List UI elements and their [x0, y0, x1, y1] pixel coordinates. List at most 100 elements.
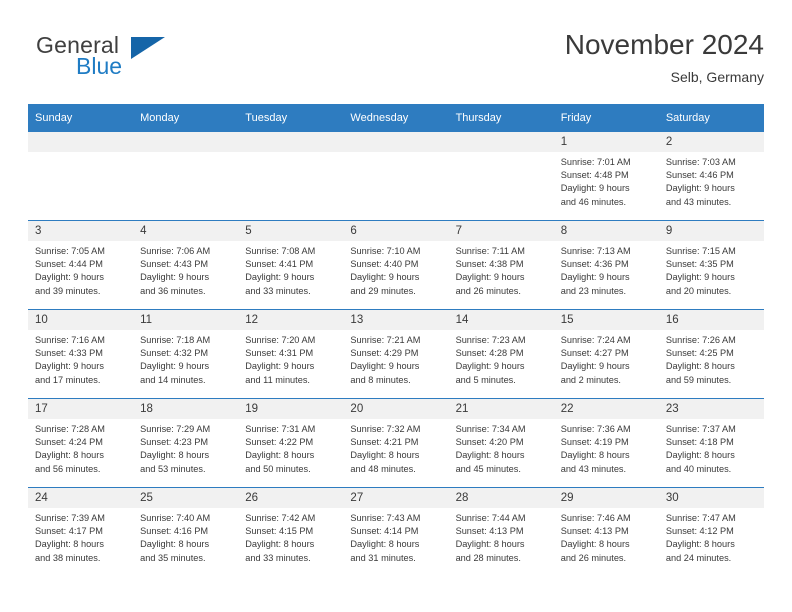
- daylight-text-line1: Daylight: 9 hours: [350, 361, 420, 372]
- day-number: 16: [658, 310, 764, 330]
- day-details: Sunrise: 7:08 AM Sunset: 4:41 PM Daylight:…: [238, 241, 343, 298]
- calendar-day-cell[interactable]: 20 Sunrise: 7:32 AM Sunset: 4:21 PM Dayligh…: [343, 398, 449, 488]
- calendar-day-cell[interactable]: 15 Sunrise: 7:24 AM Sunset: 4:27 PM Dayligh…: [553, 309, 659, 399]
- daylight-text-line2: and 43 minutes.: [560, 463, 627, 474]
- calendar-day-cell[interactable]: 30 Sunrise: 7:47 AM Sunset: 4:12 PM Dayligh…: [658, 487, 764, 576]
- daylight-text-line1: Daylight: 9 hours: [35, 272, 104, 283]
- calendar-day-cell[interactable]: 7 Sunrise: 7:11 AM Sunset: 4:38 PM Daylight…: [448, 220, 554, 310]
- sunrise-text: Sunrise: 7:47 AM: [665, 513, 736, 523]
- calendar-day-cell[interactable]: 22 Sunrise: 7:36 AM Sunset: 4:19 PM Dayligh…: [553, 398, 659, 488]
- daylight-text-line1: Daylight: 8 hours: [350, 539, 420, 550]
- calendar-day-cell[interactable]: 13 Sunrise: 7:21 AM Sunset: 4:29 PM Dayligh…: [343, 309, 449, 399]
- calendar-day-cell[interactable]: 3 Sunrise: 7:05 AM Sunset: 4:44 PM Daylight…: [28, 220, 134, 310]
- sunset-text: Sunset: 4:18 PM: [665, 437, 734, 448]
- daylight-text-line1: Daylight: 8 hours: [455, 539, 525, 550]
- calendar-day-cell[interactable]: 8 Sunrise: 7:13 AM Sunset: 4:36 PM Daylight…: [553, 220, 659, 310]
- daylight-text-line2: and 59 minutes.: [665, 374, 732, 385]
- weekday-header-wednesday: Wednesday: [343, 104, 449, 132]
- calendar-day-cell-empty: [343, 132, 449, 221]
- sunset-text: Sunset: 4:20 PM: [455, 437, 524, 448]
- day-details: Sunrise: 7:20 AM Sunset: 4:31 PM Daylight:…: [238, 330, 343, 387]
- calendar-day-cell[interactable]: 11 Sunrise: 7:18 AM Sunset: 4:32 PM Dayligh…: [133, 309, 239, 399]
- weekday-header-friday: Friday: [553, 104, 659, 132]
- calendar-day-cell[interactable]: 24 Sunrise: 7:39 AM Sunset: 4:17 PM Dayligh…: [28, 487, 134, 576]
- calendar-day-cell[interactable]: 12 Sunrise: 7:20 AM Sunset: 4:31 PM Dayligh…: [238, 309, 344, 399]
- sunset-text: Sunset: 4:29 PM: [350, 348, 419, 359]
- day-number: 24: [28, 488, 134, 508]
- sunset-text: Sunset: 4:14 PM: [350, 526, 419, 537]
- daylight-text-line1: Daylight: 9 hours: [455, 272, 525, 283]
- daylight-text-line1: Daylight: 8 hours: [560, 450, 630, 461]
- sunrise-text: Sunrise: 7:10 AM: [350, 246, 421, 256]
- day-number: 11: [133, 310, 239, 330]
- sunset-text: Sunset: 4:46 PM: [665, 170, 734, 181]
- sunrise-text: Sunrise: 7:37 AM: [665, 424, 736, 434]
- daylight-text-line2: and 20 minutes.: [665, 285, 732, 296]
- day-number: 27: [343, 488, 449, 508]
- day-number: 8: [553, 221, 659, 241]
- calendar-day-cell[interactable]: 1 Sunrise: 7:01 AM Sunset: 4:48 PM Daylight…: [553, 132, 659, 221]
- sunrise-text: Sunrise: 7:08 AM: [245, 246, 316, 256]
- calendar-day-cell[interactable]: 23 Sunrise: 7:37 AM Sunset: 4:18 PM Dayligh…: [658, 398, 764, 488]
- daylight-text-line2: and 29 minutes.: [350, 285, 416, 296]
- sunrise-text: Sunrise: 7:11 AM: [455, 246, 525, 256]
- sunrise-text: Sunrise: 7:06 AM: [140, 246, 211, 256]
- daylight-text-line2: and 36 minutes.: [140, 285, 206, 296]
- day-number: 2: [658, 132, 764, 152]
- calendar-day-cell[interactable]: 26 Sunrise: 7:42 AM Sunset: 4:15 PM Dayligh…: [238, 487, 344, 576]
- daylight-text-line2: and 11 minutes.: [245, 374, 310, 385]
- sunrise-text: Sunrise: 7:13 AM: [560, 246, 631, 256]
- sunset-text: Sunset: 4:25 PM: [665, 348, 734, 359]
- calendar-day-cell[interactable]: 18 Sunrise: 7:29 AM Sunset: 4:23 PM Dayligh…: [133, 398, 239, 488]
- daylight-text-line1: Daylight: 8 hours: [140, 450, 210, 461]
- calendar-day-cell[interactable]: 21 Sunrise: 7:34 AM Sunset: 4:20 PM Dayligh…: [448, 398, 554, 488]
- sunrise-text: Sunrise: 7:42 AM: [245, 513, 316, 523]
- calendar-day-cell[interactable]: 9 Sunrise: 7:15 AM Sunset: 4:35 PM Daylight…: [658, 220, 764, 310]
- brand-logo[interactable]: General Blue: [36, 32, 216, 88]
- daylight-text-line2: and 23 minutes.: [560, 285, 627, 296]
- sunrise-text: Sunrise: 7:16 AM: [35, 335, 105, 345]
- calendar-day-cell[interactable]: 29 Sunrise: 7:46 AM Sunset: 4:13 PM Dayligh…: [553, 487, 659, 576]
- calendar-day-cell[interactable]: 17 Sunrise: 7:28 AM Sunset: 4:24 PM Dayligh…: [28, 398, 134, 488]
- daylight-text-line2: and 24 minutes.: [665, 552, 732, 563]
- weekday-header-monday: Monday: [133, 104, 239, 132]
- sunset-text: Sunset: 4:13 PM: [560, 526, 629, 537]
- day-number: 3: [28, 221, 134, 241]
- sunrise-text: Sunrise: 7:21 AM: [350, 335, 421, 345]
- calendar-day-cell[interactable]: 5 Sunrise: 7:08 AM Sunset: 4:41 PM Daylight…: [238, 220, 344, 310]
- calendar-day-cell[interactable]: 6 Sunrise: 7:10 AM Sunset: 4:40 PM Daylight…: [343, 220, 449, 310]
- calendar-day-cell[interactable]: 19 Sunrise: 7:31 AM Sunset: 4:22 PM Dayligh…: [238, 398, 344, 488]
- daylight-text-line2: and 40 minutes.: [665, 463, 732, 474]
- day-number: [448, 132, 554, 152]
- calendar-page: General Blue November 2024 Selb, Germany…: [0, 0, 792, 612]
- daylight-text-line2: and 14 minutes.: [140, 374, 206, 385]
- daylight-text-line2: and 33 minutes.: [245, 552, 311, 563]
- daylight-text-line1: Daylight: 8 hours: [455, 450, 525, 461]
- sunrise-text: Sunrise: 7:29 AM: [140, 424, 211, 434]
- sunset-text: Sunset: 4:15 PM: [245, 526, 314, 537]
- calendar-day-cell-empty: [28, 132, 134, 221]
- day-details: Sunrise: 7:42 AM Sunset: 4:15 PM Daylight:…: [238, 508, 343, 565]
- day-number: 19: [238, 399, 344, 419]
- daylight-text-line1: Daylight: 8 hours: [35, 539, 104, 550]
- day-details: Sunrise: 7:23 AM Sunset: 4:28 PM Daylight:…: [449, 330, 554, 387]
- day-details: Sunrise: 7:24 AM Sunset: 4:27 PM Daylight:…: [554, 330, 659, 387]
- sunset-text: Sunset: 4:13 PM: [455, 526, 524, 537]
- calendar-day-cell[interactable]: 27 Sunrise: 7:43 AM Sunset: 4:14 PM Dayligh…: [343, 487, 449, 576]
- day-number: 15: [553, 310, 659, 330]
- calendar-day-cell[interactable]: 14 Sunrise: 7:23 AM Sunset: 4:28 PM Dayligh…: [448, 309, 554, 399]
- day-number: 9: [658, 221, 764, 241]
- daylight-text-line1: Daylight: 9 hours: [35, 361, 104, 372]
- calendar-day-cell[interactable]: 2 Sunrise: 7:03 AM Sunset: 4:46 PM Daylight…: [658, 132, 764, 221]
- day-details: Sunrise: 7:15 AM Sunset: 4:35 PM Daylight:…: [659, 241, 764, 298]
- sunrise-text: Sunrise: 7:32 AM: [350, 424, 421, 434]
- sunset-text: Sunset: 4:22 PM: [245, 437, 314, 448]
- calendar-day-cell[interactable]: 28 Sunrise: 7:44 AM Sunset: 4:13 PM Dayligh…: [448, 487, 554, 576]
- day-details: Sunrise: 7:34 AM Sunset: 4:20 PM Daylight:…: [449, 419, 554, 476]
- day-details: Sunrise: 7:47 AM Sunset: 4:12 PM Daylight:…: [659, 508, 764, 565]
- calendar-day-cell[interactable]: 4 Sunrise: 7:06 AM Sunset: 4:43 PM Daylight…: [133, 220, 239, 310]
- calendar-day-cell[interactable]: 25 Sunrise: 7:40 AM Sunset: 4:16 PM Dayligh…: [133, 487, 239, 576]
- calendar-day-cell[interactable]: 10 Sunrise: 7:16 AM Sunset: 4:33 PM Dayligh…: [28, 309, 134, 399]
- day-details: Sunrise: 7:03 AM Sunset: 4:46 PM Daylight:…: [659, 152, 764, 209]
- calendar-day-cell[interactable]: 16 Sunrise: 7:26 AM Sunset: 4:25 PM Dayligh…: [658, 309, 764, 399]
